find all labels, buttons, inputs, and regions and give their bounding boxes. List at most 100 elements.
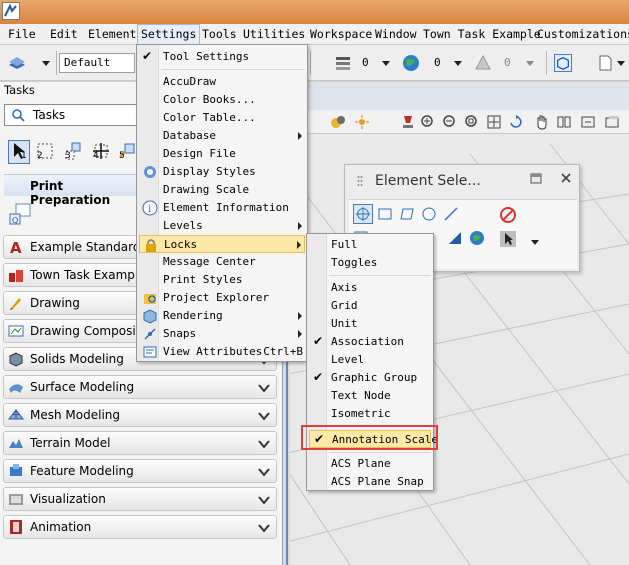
task-group-mesh-modeling[interactable]: Mesh Modeling [3,403,277,427]
locks-item-graphic-group[interactable]: ✔ Graphic Group [309,369,431,387]
cube-icon[interactable] [554,54,572,72]
menu-item-message-center[interactable]: Message Center [139,253,305,271]
menu-item-print-styles[interactable]: Print Styles [139,271,305,289]
drag-grip-icon[interactable] [357,175,363,189]
task-tool-1[interactable]: 1 [8,140,30,164]
print-preview-icon[interactable]: Q [8,202,32,226]
locks-item-association[interactable]: ✔ Association [309,333,431,351]
menu-item-view-attributes[interactable]: View Attributes Ctrl+B [139,343,305,361]
menu-item-tool-settings[interactable]: ✔ Tool Settings [139,48,305,66]
chevron-down-icon[interactable] [258,382,270,393]
chevron-down-icon[interactable] [531,240,539,245]
menu-item-locks[interactable]: Locks [139,235,305,253]
task-group-surface-modeling[interactable]: Surface Modeling [3,375,277,399]
transparency-value: 0 [504,56,511,69]
zoom-out-icon[interactable] [442,114,458,130]
task-tool-2[interactable]: 2 [34,140,56,164]
view-next-icon[interactable] [580,114,596,130]
menu-element[interactable]: Element [88,27,136,41]
zoom-in-icon[interactable] [420,114,436,130]
copy-view-icon[interactable] [604,114,620,130]
window-area-icon[interactable] [464,114,480,130]
rectangle-icon[interactable] [377,206,393,222]
menu-item-color-books[interactable]: Color Books... [139,91,305,109]
chevron-down-icon[interactable] [382,61,390,66]
menu-item-accudraw[interactable]: AccuDraw [139,73,305,91]
view-attributes-icon[interactable] [330,114,346,130]
task-group-feature-modeling[interactable]: Feature Modeling [3,459,277,483]
menu-item-project-explorer[interactable]: Project Explorer [139,289,305,307]
pointer-icon[interactable] [499,230,517,248]
sun-icon[interactable] [354,114,370,130]
view-previous-icon[interactable] [556,114,572,130]
menu-edit[interactable]: Edit [50,27,78,41]
chevron-down-icon[interactable] [617,61,625,66]
active-level-select[interactable]: Default [59,53,135,73]
locks-item-text-node[interactable]: Text Node [309,387,431,405]
mode-invert-icon[interactable] [447,230,463,246]
menu-item-color-table[interactable]: Color Table... [139,109,305,127]
rotate-view-icon[interactable] [508,114,524,130]
pan-hand-icon[interactable] [534,114,550,130]
document-icon[interactable] [596,54,614,72]
locks-item-isometric[interactable]: Isometric [309,405,431,423]
minimize-icon[interactable] [530,173,542,185]
locks-item-axis[interactable]: Axis [309,279,431,297]
task-tool-4[interactable]: 4 [90,140,112,164]
individual-selection-icon[interactable] [353,204,373,224]
menu-item-drawing-scale[interactable]: Drawing Scale [139,181,305,199]
locks-item-grid[interactable]: Grid [309,297,431,315]
menu-file[interactable]: File [8,27,36,41]
menu-separator [329,452,431,453]
chevron-down-icon[interactable] [258,466,270,477]
menu-item-display-styles[interactable]: Display Styles [139,163,305,181]
menu-item-design-file[interactable]: Design File [139,145,305,163]
app-icon[interactable] [2,2,20,20]
chevron-down-icon[interactable] [258,494,270,505]
print-preparation-header[interactable]: Print Preparation [4,174,138,207]
task-tool-5[interactable]: 5 [116,140,138,164]
chevron-down-icon[interactable] [258,410,270,421]
close-icon[interactable] [559,171,573,185]
fit-view-icon[interactable] [486,114,502,130]
line-icon[interactable] [443,206,459,222]
chevron-down-icon[interactable] [42,61,50,66]
transparency-icon[interactable] [474,54,492,72]
menu-item-database[interactable]: Database [139,127,305,145]
locks-item-unit[interactable]: Unit [309,315,431,333]
clear-selection-icon[interactable] [499,206,517,224]
locks-item-acs-plane-snap[interactable]: ACS Plane Snap [309,473,431,491]
circle-icon[interactable] [421,206,437,222]
fill-icon[interactable] [400,114,416,130]
menu-window[interactable]: Window [375,27,417,41]
task-tool-3[interactable]: 3 [62,140,84,164]
locks-item-acs-plane[interactable]: ACS Plane [309,455,431,473]
shape-icon[interactable] [399,206,415,222]
level-manager-icon[interactable] [8,54,26,72]
menu-item-rendering[interactable]: Rendering [139,307,305,325]
globe-icon[interactable] [402,54,420,72]
chevron-down-icon[interactable] [454,61,462,66]
menu-item-snaps[interactable]: Snaps [139,325,305,343]
locks-item-level[interactable]: Level [309,351,431,369]
menu-workspace[interactable]: Workspace [310,27,372,41]
task-group-animation[interactable]: Animation [3,515,277,539]
chevron-down-icon[interactable] [258,438,270,449]
menu-town-task-example[interactable]: Town Task Example [423,27,541,41]
menu-item-levels[interactable]: Levels [139,217,305,235]
menu-tools[interactable]: Tools [202,27,237,41]
chevron-down-icon[interactable] [526,61,534,66]
toolbar-divider [56,51,57,75]
chevron-down-icon[interactable] [258,522,270,533]
tasks-dropdown[interactable]: Tasks [4,104,138,126]
task-group-terrain-model[interactable]: Terrain Model [3,431,277,455]
locks-item-toggles[interactable]: Toggles [309,254,431,272]
menu-settings[interactable]: Settings [137,24,201,45]
locks-item-full[interactable]: Full [309,236,431,254]
task-group-visualization[interactable]: Visualization [3,487,277,511]
menu-item-element-information[interactable]: i Element Information [139,199,305,217]
menu-customizations[interactable]: Customizations [537,27,629,41]
globe-icon[interactable] [469,230,485,246]
menu-utilities[interactable]: Utilities [243,27,305,41]
weight-stack-icon[interactable] [334,54,352,72]
